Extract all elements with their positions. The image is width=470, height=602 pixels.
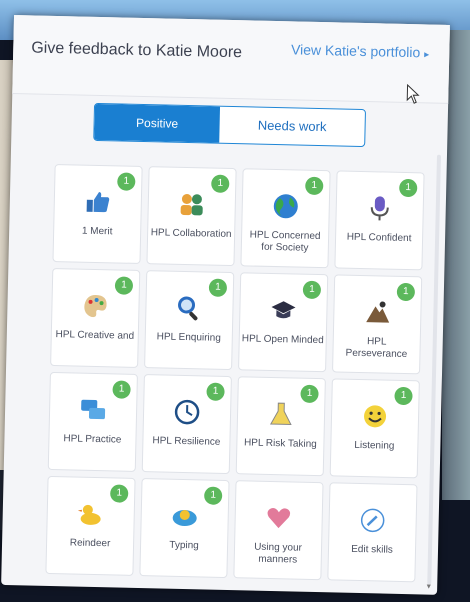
skill-tile-confident[interactable]: 1 HPL Confident <box>334 170 425 271</box>
pencil-icon <box>360 508 385 533</box>
skill-label: Using your manners <box>254 541 303 566</box>
caret-right-icon: ▸ <box>424 49 430 61</box>
palette-icon <box>84 294 107 318</box>
points-badge: 1 <box>112 380 131 399</box>
points-badge: 1 <box>394 386 413 406</box>
skill-tile-creative[interactable]: 1 HPL Creative and <box>50 267 141 368</box>
chat-bubbles-icon <box>81 399 106 420</box>
scroll-down-arrow-icon[interactable]: ▼ <box>425 584 432 591</box>
points-badge: 1 <box>305 176 324 196</box>
points-badge: 1 <box>396 282 416 302</box>
edit-skills-button[interactable]: Edit skills <box>327 482 418 583</box>
points-badge: 1 <box>206 382 225 401</box>
smiley-icon <box>364 405 387 428</box>
view-portfolio-link[interactable]: View Katie's portfolio ▸ <box>291 41 430 60</box>
hiker-icon <box>366 301 390 323</box>
duck-icon <box>77 504 101 525</box>
skill-tile-risk-taking[interactable]: 1 HPL Risk Taking <box>235 376 326 477</box>
points-badge: 1 <box>399 178 418 198</box>
points-badge: 1 <box>300 384 319 404</box>
heart-icon <box>267 508 291 529</box>
globe-icon <box>273 194 298 219</box>
flask-icon <box>269 402 292 425</box>
clock-icon <box>174 399 200 425</box>
points-badge: 1 <box>110 484 129 503</box>
skill-tile-collaboration[interactable]: 1 HPL Collaboration <box>146 166 237 267</box>
skill-tile-open-minded[interactable]: 1 HPL Open Minded <box>238 272 329 373</box>
dialog-header: Give feedback to Katie Moore View Katie'… <box>12 15 450 104</box>
tab-positive[interactable]: Positive <box>94 103 221 143</box>
points-badge: 1 <box>302 280 322 300</box>
skill-label: Edit skills <box>351 543 393 556</box>
skill-label: HPL Open Minded <box>241 333 324 347</box>
points-badge: 1 <box>114 276 134 295</box>
skills-grid: 1 1 Merit 1 HPL Collaboration 1 HPL Conc… <box>45 164 438 593</box>
feedback-dialog: Give feedback to Katie Moore View Katie'… <box>1 15 450 595</box>
skill-label: HPL Risk Taking <box>243 437 317 451</box>
skill-tile-reindeer[interactable]: 1 Reindeer <box>45 475 136 576</box>
skill-tile-enquiring[interactable]: 1 HPL Enquiring <box>144 270 235 371</box>
magnifier-icon <box>178 296 198 321</box>
skill-label: HPL Confident <box>346 231 412 245</box>
skill-tile-practice[interactable]: 1 HPL Practice <box>47 371 138 472</box>
skill-tile-using-your-manners[interactable]: Using your manners <box>233 480 324 581</box>
skill-label: Listening <box>354 439 395 452</box>
skill-label: HPL Practice <box>63 433 122 446</box>
tab-needs-work[interactable]: Needs work <box>219 107 365 146</box>
skill-tile-listening[interactable]: 1 Listening <box>329 378 420 479</box>
dialog-title: Give feedback to Katie Moore <box>31 39 243 62</box>
graduation-cap-icon <box>271 301 296 319</box>
points-badge: 1 <box>211 174 230 193</box>
skill-tile-concerned-for-society[interactable]: 1 HPL Concerned for Society <box>240 168 331 269</box>
skill-label: Typing <box>169 539 199 552</box>
skill-label: 1 Merit <box>81 225 113 238</box>
skill-label: Reindeer <box>69 537 111 550</box>
skill-tile-resilience[interactable]: 1 HPL Resilience <box>141 374 232 475</box>
skill-label: HPL Creative and <box>55 329 135 342</box>
points-badge: 1 <box>204 486 223 505</box>
skill-tile-typing[interactable]: 1 Typing <box>139 478 230 579</box>
thumbs-up-icon <box>86 192 110 213</box>
points-badge: 1 <box>208 278 228 297</box>
typing-icon <box>172 510 197 527</box>
skill-label: HPL Resilience <box>152 435 221 448</box>
portfolio-link-label: View Katie's portfolio <box>290 41 421 61</box>
skill-label: HPL Perseverance <box>345 336 408 361</box>
skill-label: HPL Concerned for Society <box>249 229 321 254</box>
mouse-cursor-icon <box>406 83 420 104</box>
skill-tile-merit[interactable]: 1 1 Merit <box>52 164 143 264</box>
microphone-icon <box>370 196 389 221</box>
people-icon <box>180 194 203 216</box>
feedback-type-toggle: Positive Needs work <box>93 102 367 148</box>
skill-label: HPL Collaboration <box>150 227 232 241</box>
points-badge: 1 <box>117 172 136 191</box>
skill-tile-perseverance[interactable]: 1 HPL Perseverance <box>332 274 423 375</box>
skill-label: HPL Enquiring <box>156 331 221 344</box>
